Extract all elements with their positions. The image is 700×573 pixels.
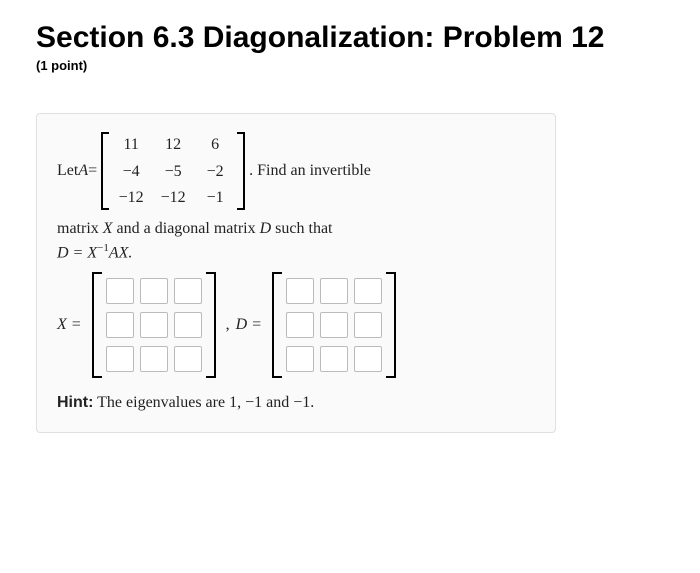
cell: −2 [201,163,229,184]
let-text: Let [57,162,78,180]
matrix-A: 11 12 6 −4 −5 −2 −12 −12 −1 [101,132,245,210]
cell: −12 [159,189,187,210]
cell: 6 [201,136,229,157]
cell: 11 [117,136,145,157]
D-input-3-3[interactable] [354,346,382,372]
bracket-right [386,272,396,378]
cell: −4 [117,163,145,184]
eq-exp: −1 [97,242,109,254]
comma: , [226,316,230,334]
bracket-left [92,272,102,378]
find-text: . Find an invertible [249,162,371,180]
D-equals: D = [236,316,262,334]
X-input-grid [102,272,206,378]
stmt-3: such that [271,220,332,237]
hint-label: Hint: [57,394,93,411]
bracket-left [101,132,109,210]
inputs-row: X = , D = [57,272,535,378]
page-title: Section 6.3 Diagonalization: Problem 12 [36,20,664,56]
hint-line: Hint: The eigenvalues are 1, −1 and −1. [57,394,535,412]
symbol-A: A [78,162,88,180]
matrix-A-cells: 11 12 6 −4 −5 −2 −12 −12 −1 [109,132,237,210]
symbol-D: D [260,220,272,237]
X-input-2-2[interactable] [140,312,168,338]
D-input-2-2[interactable] [320,312,348,338]
X-input-2-1[interactable] [106,312,134,338]
D-input-1-2[interactable] [320,278,348,304]
X-input-1-3[interactable] [174,278,202,304]
X-input-3-3[interactable] [174,346,202,372]
cell: −12 [117,189,145,210]
equation-line: D = X−1AX. [57,242,535,262]
hint-text: The eigenvalues are 1, −1 and −1. [93,394,314,411]
X-input-1-2[interactable] [140,278,168,304]
matrix-D-input [272,272,396,378]
D-input-3-2[interactable] [320,346,348,372]
points-label: (1 point) [36,58,664,73]
eq-part2: AX. [109,244,133,261]
X-input-3-1[interactable] [106,346,134,372]
problem-box: Let A = 11 12 6 −4 −5 −2 −12 −12 −1 . Fi… [36,113,556,433]
symbol-X: X [103,220,113,237]
stmt-1: matrix [57,220,103,237]
cell: −5 [159,163,187,184]
stmt-2: and a diagonal matrix [113,220,260,237]
D-input-1-1[interactable] [286,278,314,304]
D-input-2-3[interactable] [354,312,382,338]
D-input-3-1[interactable] [286,346,314,372]
X-input-1-1[interactable] [106,278,134,304]
eq-part1: D = X [57,244,97,261]
bracket-right [206,272,216,378]
D-input-1-3[interactable] [354,278,382,304]
bracket-right [237,132,245,210]
cell: 12 [159,136,187,157]
X-input-3-2[interactable] [140,346,168,372]
statement-line: matrix X and a diagonal matrix D such th… [57,220,535,238]
D-input-2-1[interactable] [286,312,314,338]
matrix-X-input [92,272,216,378]
bracket-left [272,272,282,378]
D-input-grid [282,272,386,378]
X-input-2-3[interactable] [174,312,202,338]
cell: −1 [201,189,229,210]
matrix-definition-row: Let A = 11 12 6 −4 −5 −2 −12 −12 −1 . Fi… [57,132,535,210]
X-equals: X = [57,316,82,334]
equals: = [88,162,97,180]
